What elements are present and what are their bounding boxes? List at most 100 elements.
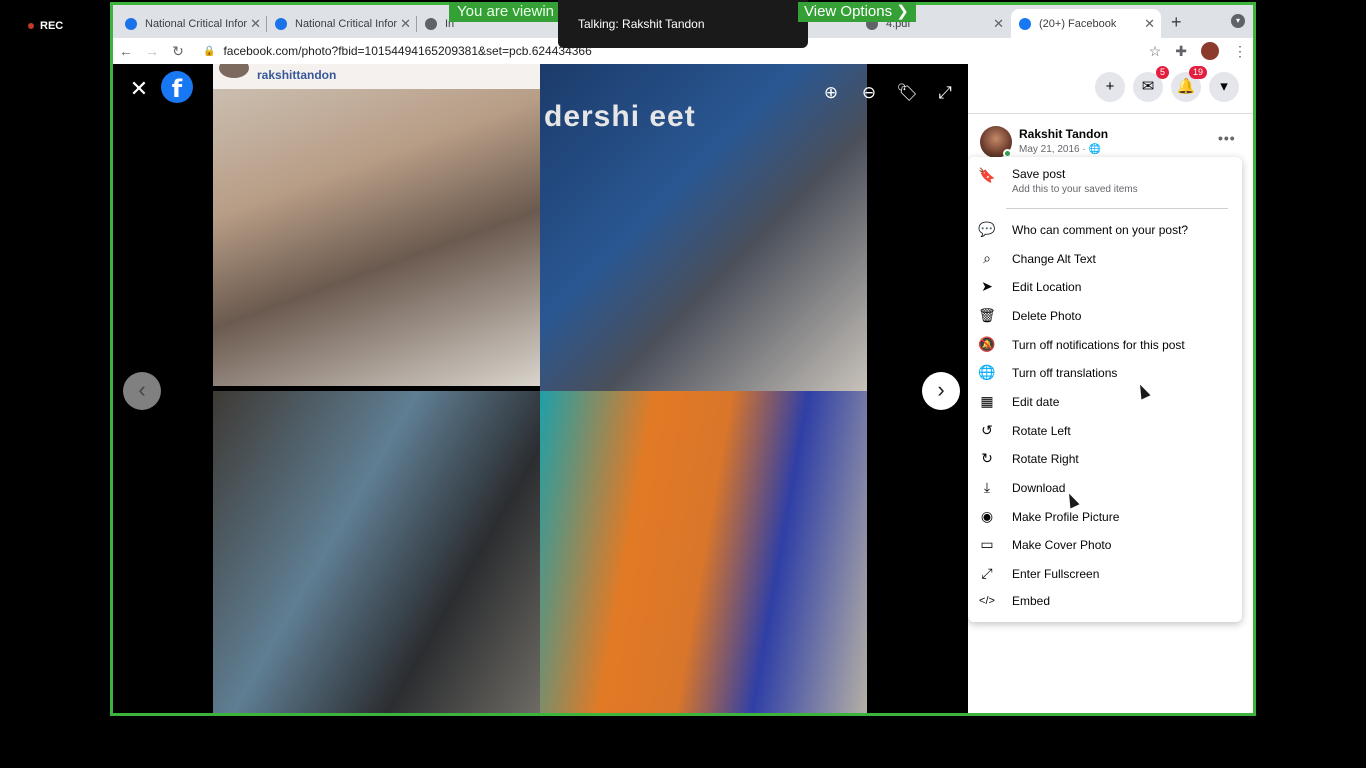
author-name[interactable]: Rakshit Tandon [1019,127,1108,141]
recording-indicator: REC [28,20,63,32]
profile-avatar[interactable] [1201,42,1219,60]
fullscreen-icon[interactable]: ⤢ [933,81,957,105]
menu-item-who-can-comment[interactable]: 💬 Who can comment on your post? [976,221,1234,238]
caret-down-icon: ▾ [1220,78,1228,95]
bookmark-star-icon[interactable]: ☆ [1149,43,1162,60]
tab-search-icon[interactable]: ▾ [1231,14,1245,28]
menu-item-enter-fullscreen[interactable]: ⤢ Enter Fullscreen [976,565,1234,582]
create-plus-icon[interactable]: + [1095,72,1125,102]
zoom-out-icon[interactable]: ⊖ [857,81,881,105]
menu-item-label: Change Alt Text [1012,251,1096,266]
zoom-view-options-button[interactable]: View Options ❯ [798,2,916,22]
forward-icon[interactable]: → [139,43,165,59]
extensions-icon[interactable]: ✚ [1175,43,1187,60]
code-icon: </> [979,595,995,607]
lock-icon: 🔒 [203,45,216,57]
collage-photo-3 [213,391,540,713]
fullscreen-icon: ⤢ [981,565,993,581]
close-icon[interactable]: ✕ [127,77,151,101]
tag-icon[interactable]: 🏷 [895,81,919,105]
menu-item-label: Enter Fullscreen [1012,566,1100,581]
menu-item-change-alt-text[interactable]: ⌕ Change Alt Text [976,250,1234,267]
post-options-menu: 🔖 Save post Add this to your saved items… [968,157,1242,622]
back-icon[interactable]: ← [113,43,139,59]
menu-item-label: Edit Location [1012,279,1082,294]
bell-off-icon: 🔕 [978,336,996,352]
globe-icon: 🌐 [978,364,996,380]
menu-item-turn-off-translations[interactable]: 🌐 Turn off translations [976,364,1234,381]
author-avatar[interactable] [980,126,1012,158]
browser-menu-icon[interactable]: ⋮ [1233,43,1247,60]
tab-title: National Critical Infor [295,17,398,30]
tab-national-critical-1[interactable]: National Critical Infor ✕ [117,9,267,38]
menu-item-edit-location[interactable]: ➤ Edit Location [976,278,1234,295]
photo-banner-text: dershi eet [544,100,696,133]
globe-favicon-icon [275,17,287,30]
menu-item-edit-date[interactable]: ▦ Edit date [976,393,1234,410]
notifications-button[interactable]: 🔔 19 [1171,66,1207,102]
url-text: facebook.com/photo?fbid=1015449416520938… [223,44,592,58]
menu-item-label: Turn off translations [1012,365,1118,380]
facebook-favicon-icon [1019,17,1031,30]
menu-item-turn-off-notifications[interactable]: 🔕 Turn off notifications for this post [976,336,1234,353]
new-tab-icon[interactable]: + [1171,12,1182,33]
tab-close-icon[interactable]: ✕ [250,16,261,32]
collage-photo-1: rakshittandon [213,64,540,386]
menu-item-make-cover-photo[interactable]: ▭ Make Cover Photo [976,536,1234,553]
post-date[interactable]: May 21, 2016 · 🌐 [1019,144,1101,155]
messenger-badge: 5 [1155,66,1169,79]
tab-close-icon[interactable]: ✕ [993,16,1004,32]
collage-photo-2: dershi eet [540,64,867,391]
save-post-text: Save post Add this to your saved items [1012,167,1138,195]
previous-photo-button[interactable]: ‹ [123,372,161,410]
tab-facebook[interactable]: (20+) Facebook ✕ [1011,9,1161,38]
zoom-in-icon[interactable]: ⊕ [819,81,843,105]
account-menu-button[interactable]: ▾ [1209,72,1239,102]
menu-item-label: Turn off notifications for this post [1012,337,1185,352]
facebook-logo-icon[interactable]: f [161,71,193,103]
menu-item-download[interactable]: ⤓ Download [976,479,1234,496]
photo-caption: rakshittandon [257,68,337,82]
menu-item-sublabel: Add this to your saved items [1012,184,1138,195]
tab-title: (20+) Facebook [1039,17,1117,30]
menu-item-make-profile-picture[interactable]: ◉ Make Profile Picture [976,508,1234,525]
profile-icon: ◉ [980,508,994,524]
next-photo-button[interactable]: › [922,372,960,410]
tab-close-icon[interactable]: ✕ [400,16,411,32]
recording-label: REC [40,20,64,32]
menu-item-rotate-right[interactable]: ↻ Rotate Right [976,450,1234,467]
toolbar-actions: ☆ ✚ ⋮ [1149,42,1247,60]
search-icon: ⌕ [983,250,991,266]
menu-item-rotate-left[interactable]: ↺ Rotate Left [976,422,1234,439]
messenger-button[interactable]: ✉ 5 [1133,66,1169,102]
globe-favicon-icon [425,17,437,30]
notifications-badge: 19 [1188,66,1207,79]
menu-item-label: Rotate Right [1012,451,1079,466]
record-dot-icon [28,23,34,29]
bookmark-icon: 🔖 [978,167,996,183]
globe-favicon-icon [125,17,137,30]
bell-icon: 🔔 [1176,78,1196,95]
photo-viewer: rakshittandon dershi eet ✕ f ⊕ ⊖ 🏷 ⤢ ‹ › [113,64,968,713]
menu-item-embed[interactable]: </> Embed [976,594,1234,608]
rotate-left-icon: ↺ [981,422,993,438]
caption-avatar [219,64,249,78]
menu-item-label: Make Cover Photo [1012,537,1112,552]
comment-icon: 💬 [978,221,996,237]
tab-close-icon[interactable]: ✕ [1144,16,1155,32]
zoom-talking-indicator: Talking: Rakshit Tandon [558,0,808,48]
menu-item-label: Who can comment on your post? [1012,222,1189,237]
menu-separator [1006,208,1228,209]
trash-icon: 🗑 [978,307,996,323]
talking-label: Talking: Rakshit Tandon [578,17,705,31]
menu-item-label: Make Profile Picture [1012,509,1120,524]
tab-title: National Critical Infor [145,17,248,30]
menu-item-delete-photo[interactable]: 🗑 Delete Photo [976,307,1234,324]
more-options-icon[interactable]: ••• [1218,130,1236,146]
menu-item-save-post[interactable]: 🔖 Save post Add this to your saved items [976,167,1234,195]
tab-national-critical-2[interactable]: National Critical Infor ✕ [267,9,417,38]
menu-item-label: Embed [1012,594,1051,608]
messenger-icon: ✉ [1141,78,1155,95]
reload-icon[interactable]: ↻ [165,43,191,60]
calendar-icon: ▦ [980,393,994,409]
